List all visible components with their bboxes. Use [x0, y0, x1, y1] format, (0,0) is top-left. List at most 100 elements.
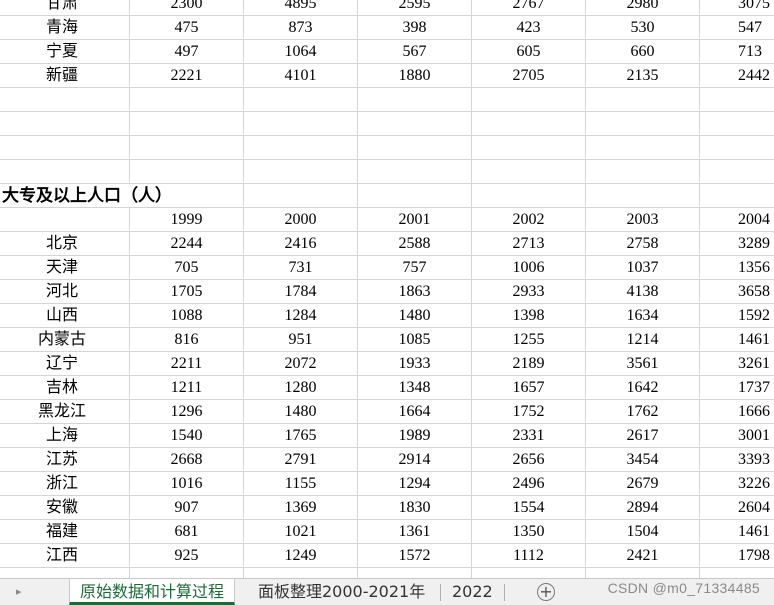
- value-cell[interactable]: [130, 136, 244, 159]
- value-cell[interactable]: [244, 88, 358, 111]
- value-cell[interactable]: 4101: [244, 64, 358, 87]
- value-cell[interactable]: [700, 112, 774, 135]
- region-cell[interactable]: 黑龙江: [0, 400, 130, 423]
- value-cell[interactable]: 925: [130, 544, 244, 567]
- value-cell[interactable]: 1037: [586, 256, 700, 279]
- value-cell[interactable]: 2758: [586, 232, 700, 255]
- value-cell[interactable]: [472, 184, 586, 207]
- value-cell[interactable]: 681: [130, 520, 244, 543]
- value-cell[interactable]: 1480: [244, 400, 358, 423]
- value-cell[interactable]: 2211: [130, 352, 244, 375]
- region-cell[interactable]: 辽宁: [0, 352, 130, 375]
- region-cell[interactable]: 浙江: [0, 472, 130, 495]
- value-cell[interactable]: 2421: [586, 544, 700, 567]
- value-cell[interactable]: 1280: [244, 376, 358, 399]
- value-cell[interactable]: 3226: [700, 472, 774, 495]
- spreadsheet-grid[interactable]: 甘肃 2300 4895 2595 2767 2980 3075 青海 475 873 398 423…: [0, 0, 774, 592]
- value-cell[interactable]: 1369: [244, 496, 358, 519]
- value-cell[interactable]: 1461: [700, 328, 774, 351]
- region-cell[interactable]: 青海: [0, 16, 130, 39]
- value-cell[interactable]: 3001: [700, 424, 774, 447]
- value-cell[interactable]: 660: [586, 40, 700, 63]
- value-cell[interactable]: 1085: [358, 328, 472, 351]
- region-cell[interactable]: 江苏: [0, 448, 130, 471]
- value-cell[interactable]: [700, 184, 774, 207]
- value-cell[interactable]: 2933: [472, 280, 586, 303]
- region-cell[interactable]: 福建: [0, 520, 130, 543]
- value-cell[interactable]: 816: [130, 328, 244, 351]
- value-cell[interactable]: 4895: [244, 0, 358, 15]
- value-cell[interactable]: 2072: [244, 352, 358, 375]
- value-cell[interactable]: 2668: [130, 448, 244, 471]
- region-cell[interactable]: 天津: [0, 256, 130, 279]
- region-cell[interactable]: 安徽: [0, 496, 130, 519]
- value-cell[interactable]: [244, 112, 358, 135]
- value-cell[interactable]: 1798: [700, 544, 774, 567]
- value-cell[interactable]: 1461: [700, 520, 774, 543]
- value-cell[interactable]: 567: [358, 40, 472, 63]
- value-cell[interactable]: 1398: [472, 304, 586, 327]
- tab-2022[interactable]: 2022: [442, 579, 503, 605]
- value-cell[interactable]: 423: [472, 16, 586, 39]
- value-cell[interactable]: 1088: [130, 304, 244, 327]
- value-cell[interactable]: 1933: [358, 352, 472, 375]
- value-cell[interactable]: 2221: [130, 64, 244, 87]
- plus-circle-icon[interactable]: +: [537, 583, 555, 601]
- region-cell[interactable]: 河北: [0, 280, 130, 303]
- value-cell[interactable]: 2300: [130, 0, 244, 15]
- tab-raw-data[interactable]: 原始数据和计算过程: [69, 579, 236, 605]
- value-cell[interactable]: 2496: [472, 472, 586, 495]
- value-cell[interactable]: 1294: [358, 472, 472, 495]
- value-cell[interactable]: 1361: [358, 520, 472, 543]
- value-cell[interactable]: 1480: [358, 304, 472, 327]
- value-cell[interactable]: 1666: [700, 400, 774, 423]
- value-cell[interactable]: 2767: [472, 0, 586, 15]
- value-cell[interactable]: 951: [244, 328, 358, 351]
- region-cell[interactable]: 吉林: [0, 376, 130, 399]
- value-cell[interactable]: 1642: [586, 376, 700, 399]
- value-cell[interactable]: 2003: [586, 208, 700, 231]
- value-cell[interactable]: 1784: [244, 280, 358, 303]
- value-cell[interactable]: 2416: [244, 232, 358, 255]
- value-cell[interactable]: 1737: [700, 376, 774, 399]
- region-cell[interactable]: [0, 136, 130, 159]
- triangle-right-icon[interactable]: ▸: [16, 585, 22, 598]
- value-cell[interactable]: [700, 160, 774, 183]
- value-cell[interactable]: [130, 88, 244, 111]
- value-cell[interactable]: 2000: [244, 208, 358, 231]
- value-cell[interactable]: 2713: [472, 232, 586, 255]
- value-cell[interactable]: 705: [130, 256, 244, 279]
- value-cell[interactable]: 398: [358, 16, 472, 39]
- value-cell[interactable]: 1356: [700, 256, 774, 279]
- value-cell[interactable]: 1211: [130, 376, 244, 399]
- value-cell[interactable]: [586, 184, 700, 207]
- value-cell[interactable]: 1752: [472, 400, 586, 423]
- value-cell[interactable]: 1504: [586, 520, 700, 543]
- value-cell[interactable]: 1540: [130, 424, 244, 447]
- value-cell[interactable]: 3261: [700, 352, 774, 375]
- value-cell[interactable]: 3561: [586, 352, 700, 375]
- value-cell[interactable]: 1249: [244, 544, 358, 567]
- value-cell[interactable]: [586, 112, 700, 135]
- value-cell[interactable]: 1592: [700, 304, 774, 327]
- value-cell[interactable]: 2244: [130, 232, 244, 255]
- value-cell[interactable]: 1155: [244, 472, 358, 495]
- value-cell[interactable]: 2442: [700, 64, 774, 87]
- value-cell[interactable]: 1664: [358, 400, 472, 423]
- value-cell[interactable]: 547: [700, 16, 774, 39]
- value-cell[interactable]: 1554: [472, 496, 586, 519]
- value-cell[interactable]: 907: [130, 496, 244, 519]
- value-cell[interactable]: 1021: [244, 520, 358, 543]
- tab-panel-2000-2021[interactable]: 面板整理2000-2021年: [248, 579, 435, 605]
- value-cell[interactable]: 1348: [358, 376, 472, 399]
- value-cell[interactable]: 2980: [586, 0, 700, 15]
- value-cell[interactable]: 2679: [586, 472, 700, 495]
- region-cell[interactable]: 宁夏: [0, 40, 130, 63]
- region-cell[interactable]: [0, 208, 130, 231]
- value-cell[interactable]: [586, 160, 700, 183]
- value-cell[interactable]: 1064: [244, 40, 358, 63]
- value-cell[interactable]: 3075: [700, 0, 774, 15]
- value-cell[interactable]: 1762: [586, 400, 700, 423]
- value-cell[interactable]: 1989: [358, 424, 472, 447]
- value-cell[interactable]: 3454: [586, 448, 700, 471]
